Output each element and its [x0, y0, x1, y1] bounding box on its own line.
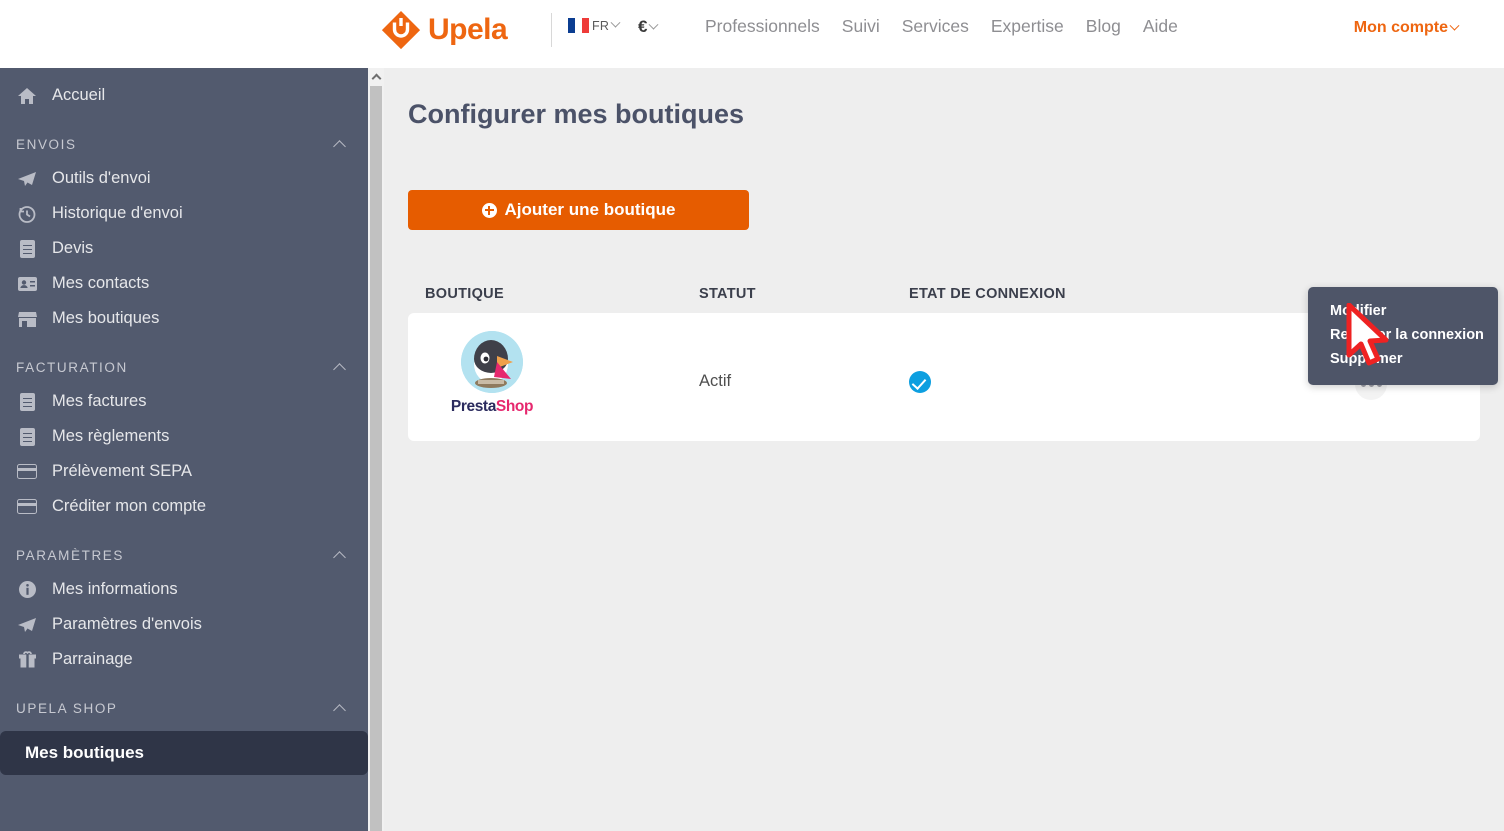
sidebar-item-accueil[interactable]: Accueil: [0, 78, 368, 113]
sidebar-item-label: Mes informations: [52, 580, 178, 598]
sidebar-item-mes-informations[interactable]: Mes informations: [0, 572, 368, 607]
sidebar-item-devis[interactable]: Devis: [0, 231, 368, 266]
nav-item-blog[interactable]: Blog: [1086, 16, 1121, 37]
sidebar-scrollbar[interactable]: [368, 68, 384, 831]
document-icon: [16, 238, 38, 260]
plus-circle-icon: [481, 202, 497, 218]
sidebar-item-historique-denvoi[interactable]: Historique d'envoi: [0, 196, 368, 231]
sidebar-item-prelevement-sepa[interactable]: Prélèvement SEPA: [0, 454, 368, 489]
chevron-down-icon: [1449, 20, 1460, 31]
sidebar-group-parametres[interactable]: PARAMÈTRES: [0, 538, 368, 572]
sidebar-group-label: UPELA SHOP: [16, 700, 118, 716]
chevron-up-icon: [333, 139, 346, 153]
chevron-up-icon: [333, 703, 346, 717]
main-nav: Professionnels Suivi Services Expertise …: [705, 16, 1178, 37]
sidebar-group-label: ENVOIS: [16, 136, 77, 152]
history-clock-icon: [16, 203, 38, 225]
connected-check-icon: [909, 371, 931, 393]
sidebar-group-envois[interactable]: ENVOIS: [0, 127, 368, 161]
sidebar-item-label: Mes règlements: [52, 427, 170, 445]
sidebar-item-label: Mes boutiques: [25, 743, 145, 762]
account-menu[interactable]: Mon compte: [1353, 19, 1460, 37]
add-boutique-label: Ajouter une boutique: [504, 200, 676, 219]
column-header-etat-de-connexion: ETAT DE CONNEXION: [909, 286, 1066, 302]
sidebar-item-parrainage[interactable]: Parrainage: [0, 642, 368, 677]
menu-item-relancer-la-connexion[interactable]: Relancer la connexion: [1308, 323, 1498, 347]
scrollbar-up-arrow-icon[interactable]: [368, 68, 384, 85]
language-label: FR: [592, 18, 610, 33]
sidebar-group-upela-shop[interactable]: UPELA SHOP: [0, 691, 368, 725]
sidebar: Accueil ENVOIS Outils d'envoi Historique…: [0, 68, 368, 831]
sidebar-item-outils-denvoi[interactable]: Outils d'envoi: [0, 161, 368, 196]
sidebar-item-label: Parrainage: [52, 650, 133, 668]
chevron-up-icon: [333, 362, 346, 376]
scrollbar-thumb[interactable]: [370, 86, 382, 831]
upela-logo[interactable]: Upela: [380, 9, 508, 51]
menu-item-supprimer[interactable]: Supprimer: [1308, 347, 1498, 371]
sidebar-item-label: Créditer mon compte: [52, 497, 207, 515]
sidebar-item-mes-contacts[interactable]: Mes contacts: [0, 266, 368, 301]
upela-diamond-icon: [380, 9, 422, 51]
boutique-name-part1: Presta: [450, 398, 496, 415]
main-content: Configurer mes boutiques Ajouter une bou…: [384, 68, 1504, 831]
boutique-name-part2: Shop: [495, 398, 534, 415]
sidebar-item-label: Historique d'envoi: [52, 204, 183, 222]
document-icon: [16, 391, 38, 413]
brand-text: Upela: [428, 13, 508, 46]
home-icon: [16, 85, 38, 107]
column-header-boutique: BOUTIQUE: [425, 286, 504, 302]
nav-item-services[interactable]: Services: [902, 16, 969, 37]
boutique-name: PrestaShop: [444, 398, 540, 416]
language-selector[interactable]: FR: [568, 17, 621, 33]
nav-item-suivi[interactable]: Suivi: [842, 16, 880, 37]
menu-item-modifier[interactable]: Modifier: [1308, 299, 1498, 323]
sidebar-group-label: FACTURATION: [16, 359, 128, 375]
sidebar-item-label: Mes contacts: [52, 274, 150, 292]
statut-cell: Actif: [699, 372, 732, 390]
sidebar-item-mes-boutiques-envois[interactable]: Mes boutiques: [0, 301, 368, 336]
chevron-up-icon: [333, 550, 346, 564]
column-header-statut: STATUT: [699, 286, 756, 302]
boutique-cell: PrestaShop: [444, 331, 540, 416]
sidebar-item-label: Mes factures: [52, 392, 147, 410]
sidebar-item-parametres-denvois[interactable]: Paramètres d'envois: [0, 607, 368, 642]
sidebar-group-label: PARAMÈTRES: [16, 547, 125, 563]
info-circle-icon: [16, 579, 38, 601]
credit-card-icon: [16, 496, 38, 518]
sidebar-item-mes-reglements[interactable]: Mes règlements: [0, 419, 368, 454]
sidebar-item-label: Outils d'envoi: [52, 169, 151, 187]
sidebar-item-label: Mes boutiques: [52, 309, 160, 327]
gift-icon: [16, 649, 38, 671]
sidebar-item-label: Paramètres d'envois: [52, 615, 202, 633]
sidebar-group-facturation[interactable]: FACTURATION: [0, 350, 368, 384]
currency-selector[interactable]: €: [638, 17, 659, 37]
credit-card-icon: [16, 461, 38, 483]
paper-plane-icon: [16, 168, 38, 190]
chevron-down-icon: [649, 19, 659, 30]
currency-label: €: [638, 17, 648, 36]
store-icon: [16, 308, 38, 330]
header-divider: [551, 13, 552, 47]
sidebar-item-label: Prélèvement SEPA: [52, 462, 193, 480]
connexion-cell: [909, 371, 931, 393]
nav-item-expertise[interactable]: Expertise: [991, 16, 1064, 37]
add-boutique-button[interactable]: Ajouter une boutique: [408, 190, 749, 230]
chevron-down-icon: [610, 17, 621, 28]
sidebar-item-mes-factures[interactable]: Mes factures: [0, 384, 368, 419]
account-label: Mon compte: [1353, 19, 1448, 36]
page-title: Configurer mes boutiques: [408, 99, 745, 129]
top-header: Upela FR € Professionnels Suivi Services…: [0, 0, 1504, 68]
document-icon: [16, 426, 38, 448]
row-actions-menu: Modifier Relancer la connexion Supprimer: [1308, 287, 1498, 385]
sidebar-item-label: Devis: [52, 239, 94, 257]
nav-item-professionnels[interactable]: Professionnels: [705, 16, 820, 37]
flag-fr-icon: [568, 18, 589, 33]
sidebar-item-label: Accueil: [52, 86, 106, 104]
contact-card-icon: [16, 273, 38, 295]
sidebar-item-mes-boutiques[interactable]: Mes boutiques: [0, 731, 368, 775]
sidebar-item-crediter-mon-compte[interactable]: Créditer mon compte: [0, 489, 368, 524]
prestashop-logo-icon: [461, 331, 523, 393]
paper-plane-icon: [16, 614, 38, 636]
nav-item-aide[interactable]: Aide: [1143, 16, 1178, 37]
